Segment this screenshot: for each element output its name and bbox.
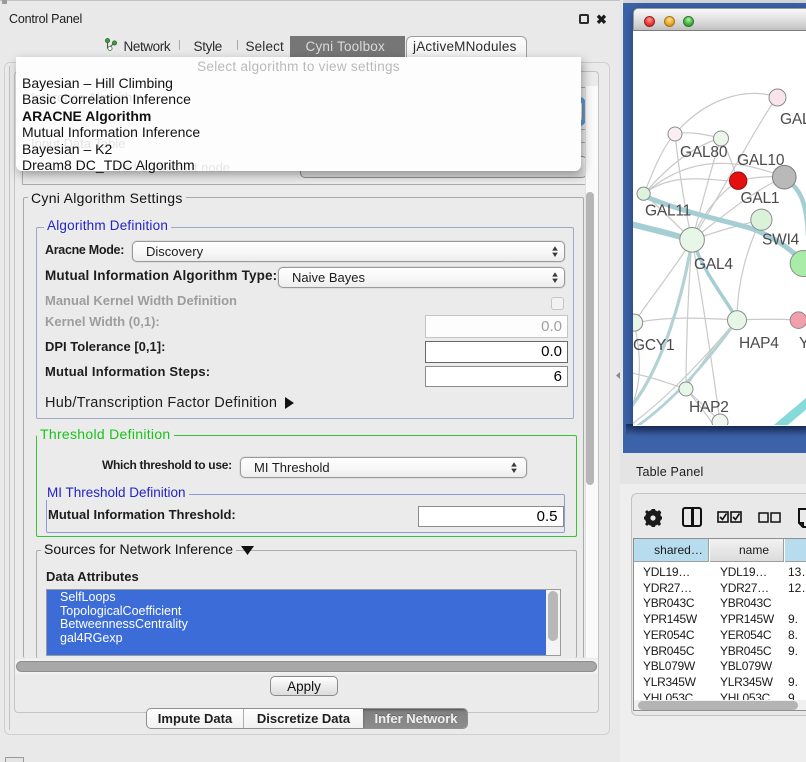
svg-text:GCY1: GCY1 xyxy=(633,337,674,354)
svg-text:GAL11: GAL11 xyxy=(645,203,691,220)
svg-text:YJ: YJ xyxy=(799,335,806,352)
svg-text:GAL10: GAL10 xyxy=(737,152,785,169)
svg-text:GAL4: GAL4 xyxy=(694,256,733,273)
svg-text:GAL80: GAL80 xyxy=(680,144,728,161)
svg-text:HAP4: HAP4 xyxy=(739,335,779,352)
svg-text:SWI4: SWI4 xyxy=(762,232,800,249)
svg-text:HAP2: HAP2 xyxy=(689,399,729,416)
svg-text:GAL1: GAL1 xyxy=(741,190,780,207)
svg-text:GAL7: GAL7 xyxy=(780,111,806,128)
